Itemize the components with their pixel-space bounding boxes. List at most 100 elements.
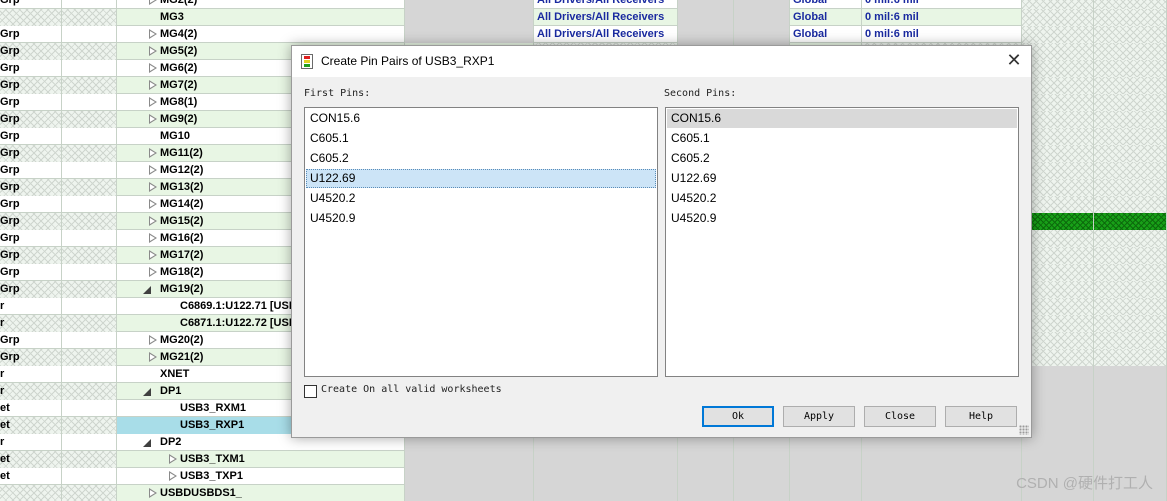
resize-grip-icon[interactable] [1019, 425, 1029, 435]
object-name-cell[interactable]: MG4(2) [117, 26, 405, 43]
row-type-cell: Grp [0, 128, 62, 145]
table-row[interactable]: MG3 All Drivers/All Receivers Global 0 mil:… [0, 9, 1167, 26]
dialog-titlebar[interactable]: Create Pin Pairs of USB3_RXP1 ✕ [292, 46, 1031, 77]
pin-list-item[interactable]: U122.69 [667, 169, 1017, 188]
object-name: MG5(2) [160, 45, 198, 57]
object-name: USB3_TXM1 [180, 453, 245, 465]
collapsed-triangle-icon[interactable] [149, 29, 157, 39]
create-all-worksheets-checkbox[interactable] [304, 385, 317, 398]
row-spacer-cell [62, 0, 117, 9]
collapsed-triangle-icon[interactable] [149, 114, 157, 124]
collapsed-triangle-icon[interactable] [149, 488, 157, 498]
pin-list-item[interactable]: C605.2 [306, 149, 656, 168]
collapsed-triangle-icon[interactable] [149, 63, 157, 73]
collapsed-triangle-icon[interactable] [149, 199, 157, 209]
collapsed-triangle-icon[interactable] [149, 335, 157, 345]
cell [1094, 383, 1167, 400]
expanded-triangle-icon[interactable] [143, 388, 151, 396]
object-name-cell[interactable]: MG2(2) [117, 0, 405, 9]
cell [678, 0, 734, 9]
object-name-cell[interactable]: USB3_TXP1 [117, 468, 405, 485]
cell [1094, 0, 1167, 9]
row-spacer-cell [62, 434, 117, 451]
pin-list-item[interactable]: U4520.2 [667, 189, 1017, 208]
cell [734, 26, 790, 43]
cell [1022, 451, 1094, 468]
cell [678, 468, 734, 485]
net-scope-cell [534, 451, 678, 468]
cell [1022, 43, 1094, 60]
row-spacer-cell [62, 417, 117, 434]
help-button[interactable]: Help [945, 406, 1017, 427]
object-name: USB3_RXP1 [180, 419, 245, 431]
row-type-cell: Grp [0, 162, 62, 179]
collapsed-triangle-icon[interactable] [149, 352, 157, 362]
table-row[interactable]: Grp MG4(2) All Drivers/All Receivers Global… [0, 26, 1167, 43]
second-pins-listbox[interactable]: CON15.6 C605.1 C605.2 U122.69 U4520.2 U4520.9 [665, 107, 1019, 377]
object-name-cell[interactable]: USB3_TXM1 [117, 451, 405, 468]
close-icon[interactable]: ✕ [997, 46, 1031, 77]
collapsed-triangle-icon[interactable] [149, 148, 157, 158]
first-pins-label: First Pins: [304, 88, 371, 99]
table-row[interactable]: et USB3_TXP1 [0, 468, 1167, 485]
close-button[interactable]: Close [864, 406, 936, 427]
cell [405, 485, 534, 501]
cell [678, 485, 734, 501]
cell [1022, 179, 1094, 196]
second-pins-label: Second Pins: [664, 88, 737, 99]
cell [1022, 315, 1094, 332]
expanded-triangle-icon[interactable] [143, 439, 151, 447]
row-type-cell: Grp [0, 111, 62, 128]
object-name-cell[interactable]: MG3 [117, 9, 405, 26]
stub-cell [790, 451, 862, 468]
pin-list-item[interactable]: C605.2 [667, 149, 1017, 168]
row-spacer-cell [62, 366, 117, 383]
pin-list-item[interactable]: U122.69 [306, 169, 656, 188]
table-row[interactable]: et USB3_TXM1 [0, 451, 1167, 468]
apply-button[interactable]: Apply [783, 406, 855, 427]
object-name: MG7(2) [160, 79, 198, 91]
cell [1094, 281, 1167, 298]
collapsed-triangle-icon[interactable] [149, 233, 157, 243]
collapsed-triangle-icon[interactable] [149, 182, 157, 192]
object-name: MG13(2) [160, 181, 204, 193]
pin-list-item[interactable]: U4520.2 [306, 189, 656, 208]
pin-list-item[interactable]: CON15.6 [306, 109, 656, 128]
collapsed-triangle-icon[interactable] [149, 0, 157, 5]
collapsed-triangle-icon[interactable] [149, 97, 157, 107]
collapsed-triangle-icon[interactable] [149, 165, 157, 175]
collapsed-triangle-icon[interactable] [149, 250, 157, 260]
ok-button[interactable]: Ok [702, 406, 774, 427]
row-spacer-cell [62, 230, 117, 247]
row-type-cell: Grp [0, 264, 62, 281]
object-name: MG21(2) [160, 351, 204, 363]
collapsed-triangle-icon[interactable] [149, 46, 157, 56]
collapsed-triangle-icon[interactable] [149, 216, 157, 226]
object-name-cell[interactable]: USBDUSBDS1_ [117, 485, 405, 501]
cell [1022, 434, 1094, 451]
table-row[interactable]: Grp MG2(2) All Drivers/All Receivers Global… [0, 0, 1167, 9]
pin-list-item[interactable]: U4520.9 [667, 209, 1017, 228]
object-name: MG11(2) [160, 147, 203, 159]
collapsed-triangle-icon[interactable] [149, 267, 157, 277]
collapsed-triangle-icon[interactable] [149, 80, 157, 90]
cell [1094, 179, 1167, 196]
row-spacer-cell [62, 468, 117, 485]
collapsed-triangle-icon[interactable] [169, 454, 177, 464]
pin-list-item[interactable]: U4520.9 [306, 209, 656, 228]
row-type-cell: Grp [0, 230, 62, 247]
pin-list-item[interactable]: C605.1 [667, 129, 1017, 148]
watermark: CSDN @硬件打工人 [1016, 475, 1153, 492]
cell [1022, 196, 1094, 213]
object-name: MG15(2) [160, 215, 204, 227]
expanded-triangle-icon[interactable] [143, 286, 151, 294]
cell [1022, 230, 1094, 247]
pin-list-item[interactable]: CON15.6 [667, 109, 1017, 128]
cell [1094, 9, 1167, 26]
cell [1094, 196, 1167, 213]
table-row[interactable]: USBDUSBDS1_ [0, 485, 1167, 501]
pin-list-item[interactable]: C605.1 [306, 129, 656, 148]
collapsed-triangle-icon[interactable] [169, 471, 177, 481]
first-pins-listbox[interactable]: CON15.6 C605.1 C605.2 U122.69 U4520.2 U4520.9 [304, 107, 658, 377]
cell [1022, 213, 1094, 230]
